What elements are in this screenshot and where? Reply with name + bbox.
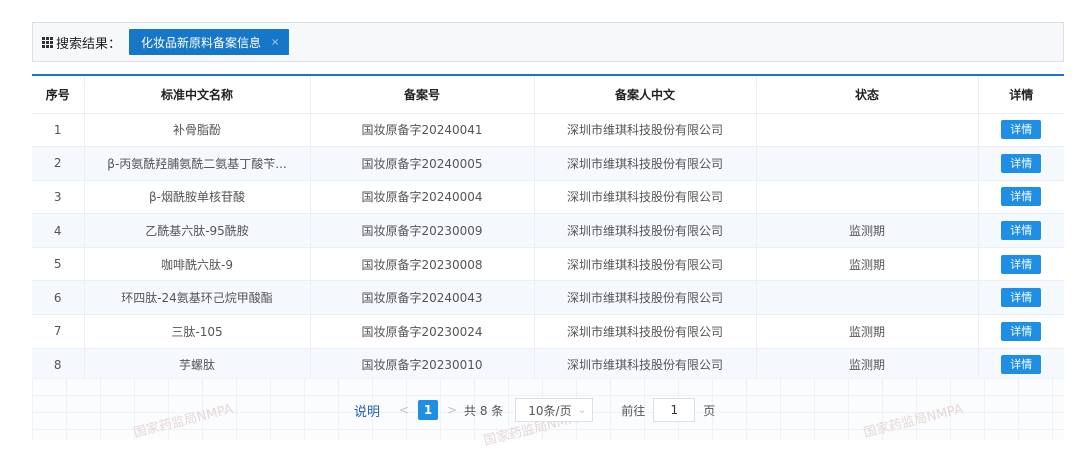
next-page-button[interactable]: > (442, 400, 462, 420)
column-header-status: 状态 (756, 75, 979, 114)
cell-name: β-烟酰胺单核苷酸 (84, 180, 311, 215)
cell-index: 7 (32, 314, 85, 349)
table-row: 1 补骨脂酚 国妆原备字20240041 深圳市维琪科技股份有限公司 详情 (32, 113, 1064, 148)
table-row: 7 三肽-105 国妆原备字20230024 深圳市维琪科技股份有限公司 监测期… (32, 314, 1064, 349)
cell-record-no: 国妆原备字20240041 (310, 113, 535, 148)
column-header-name: 标准中文名称 (84, 75, 311, 114)
cell-filer: 深圳市维琪科技股份有限公司 (534, 180, 757, 215)
watermark: 国家药监局NMPA (132, 401, 235, 442)
filter-tag-label: 化妆品新原料备案信息 (141, 35, 262, 50)
detail-button[interactable]: 详情 (1001, 153, 1042, 173)
cell-name: β-丙氨酰羟脯氨酰二氨基丁酸苄... (84, 146, 311, 181)
column-header-detail: 详情 (978, 75, 1064, 114)
watermark: 国家药监局NMPA (862, 401, 965, 442)
cell-detail: 详情 (978, 180, 1064, 215)
cell-name: 三肽-105 (84, 314, 311, 349)
cell-filer: 深圳市维琪科技股份有限公司 (534, 247, 757, 282)
pagination-area: 国家药监局NMPA 国家药监局NMPA 国家药监局NMPA 说明 < 1 > 共… (32, 378, 1064, 449)
cell-status (756, 280, 979, 316)
cell-name: 环四肽-24氨基环己烷甲酸酯 (84, 280, 311, 316)
cell-status: 监测期 (756, 348, 979, 383)
detail-button[interactable]: 详情 (1001, 221, 1042, 241)
cell-index: 1 (32, 113, 85, 148)
cell-detail: 详情 (978, 247, 1064, 282)
cell-index: 2 (32, 146, 85, 181)
detail-button[interactable]: 详情 (1001, 120, 1042, 140)
cell-record-no: 国妆原备字20230010 (310, 348, 535, 383)
cell-status (756, 180, 979, 215)
cell-status (756, 113, 979, 148)
cell-record-no: 国妆原备字20240043 (310, 280, 535, 316)
total-count: 共 8 条 (464, 403, 504, 418)
results-table: 序号 标准中文名称 备案号 备案人中文 状态 详情 1 补骨脂酚 国妆原备字20… (32, 74, 1064, 383)
table-row: 2 β-丙氨酰羟脯氨酰二氨基丁酸苄... 国妆原备字20240005 深圳市维琪… (32, 146, 1064, 181)
cell-status: 监测期 (756, 314, 979, 349)
cell-name: 补骨脂酚 (84, 113, 311, 148)
pagination: 说明 < 1 > 共 8 条 10条/页 ⌄ 前往 页 (354, 398, 715, 422)
chevron-down-icon: ⌄ (577, 404, 587, 416)
cell-filer: 深圳市维琪科技股份有限公司 (534, 213, 757, 248)
cell-detail: 详情 (978, 280, 1064, 316)
goto-page: 前往 页 (621, 398, 715, 422)
goto-suffix: 页 (703, 403, 716, 418)
cell-status (756, 146, 979, 181)
page-size-value: 10条/页 (528, 403, 572, 418)
detail-button[interactable]: 详情 (1001, 187, 1042, 207)
table-row: 6 环四肽-24氨基环己烷甲酸酯 国妆原备字20240043 深圳市维琪科技股份… (32, 280, 1064, 316)
cell-status: 监测期 (756, 213, 979, 248)
cell-detail: 详情 (978, 213, 1064, 248)
grid-icon (42, 36, 53, 48)
cell-index: 4 (32, 213, 85, 248)
cell-detail: 详情 (978, 113, 1064, 148)
page-size-select[interactable]: 10条/页 ⌄ (515, 398, 594, 422)
cell-filer: 深圳市维琪科技股份有限公司 (534, 280, 757, 316)
cell-record-no: 国妆原备字20230009 (310, 213, 535, 248)
detail-button[interactable]: 详情 (1001, 355, 1042, 375)
cell-name: 咖啡酰六肽-9 (84, 247, 311, 282)
cell-record-no: 国妆原备字20240005 (310, 146, 535, 181)
cell-detail: 详情 (978, 348, 1064, 383)
column-header-filer: 备案人中文 (534, 75, 757, 114)
cell-index: 8 (32, 348, 85, 383)
goto-prefix: 前往 (621, 403, 646, 418)
cell-status: 监测期 (756, 247, 979, 282)
cell-filer: 深圳市维琪科技股份有限公司 (534, 146, 757, 181)
table-row: 5 咖啡酰六肽-9 国妆原备字20230008 深圳市维琪科技股份有限公司 监测… (32, 247, 1064, 282)
cell-index: 6 (32, 280, 85, 316)
cell-record-no: 国妆原备字20230024 (310, 314, 535, 349)
explain-link[interactable]: 说明 (354, 401, 380, 420)
table-row: 3 β-烟酰胺单核苷酸 国妆原备字20240004 深圳市维琪科技股份有限公司 … (32, 180, 1064, 215)
cell-filer: 深圳市维琪科技股份有限公司 (534, 314, 757, 349)
cell-name: 乙酰基六肽-95酰胺 (84, 213, 311, 248)
search-result-bar: 搜索结果： 化妆品新原料备案信息 × (32, 22, 1064, 62)
cell-index: 3 (32, 180, 85, 215)
cell-record-no: 国妆原备字20240004 (310, 180, 535, 215)
table-row: 8 芋螺肽 国妆原备字20230010 深圳市维琪科技股份有限公司 监测期 详情 (32, 348, 1064, 383)
column-header-index: 序号 (32, 75, 85, 114)
table-header-row: 序号 标准中文名称 备案号 备案人中文 状态 详情 (32, 75, 1064, 114)
cell-index: 5 (32, 247, 85, 282)
search-result-label: 搜索结果： (56, 36, 122, 52)
detail-button[interactable]: 详情 (1001, 321, 1042, 341)
page-number-current[interactable]: 1 (418, 400, 439, 420)
cell-name: 芋螺肽 (84, 348, 311, 383)
cell-detail: 详情 (978, 146, 1064, 181)
close-icon[interactable]: × (271, 37, 279, 48)
prev-page-button[interactable]: < (394, 400, 414, 420)
cell-filer: 深圳市维琪科技股份有限公司 (534, 113, 757, 148)
cell-record-no: 国妆原备字20230008 (310, 247, 535, 282)
cell-detail: 详情 (978, 314, 1064, 349)
goto-page-input[interactable] (653, 398, 696, 422)
cell-filer: 深圳市维琪科技股份有限公司 (534, 348, 757, 383)
detail-button[interactable]: 详情 (1001, 288, 1042, 308)
table-row: 4 乙酰基六肽-95酰胺 国妆原备字20230009 深圳市维琪科技股份有限公司… (32, 213, 1064, 248)
filter-tag[interactable]: 化妆品新原料备案信息 × (129, 29, 290, 55)
column-header-record-no: 备案号 (310, 75, 535, 114)
detail-button[interactable]: 详情 (1001, 254, 1042, 274)
